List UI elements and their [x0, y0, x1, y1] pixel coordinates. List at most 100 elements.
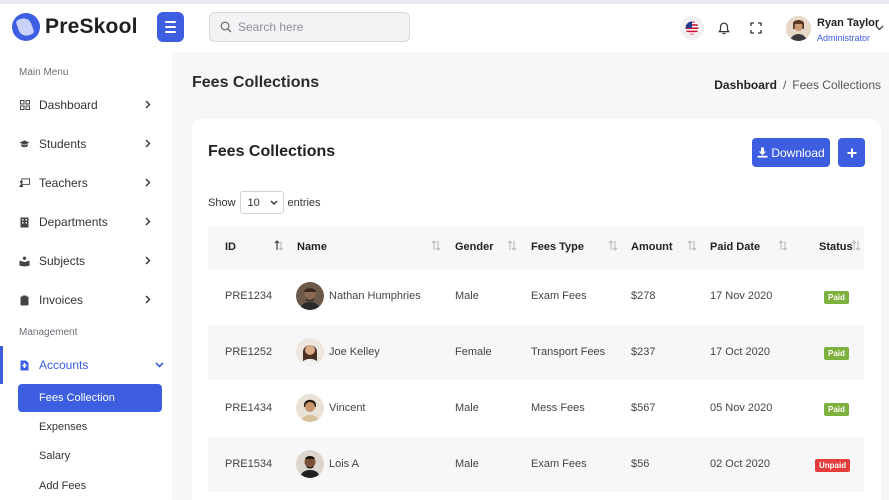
download-button[interactable]: Download	[752, 138, 830, 167]
sort-icon[interactable]	[851, 240, 861, 251]
sidebar-item-departments[interactable]: Departments	[0, 209, 172, 235]
language-flag-button[interactable]	[680, 16, 704, 40]
column-header-gender[interactable]: Gender	[455, 241, 494, 253]
table-row: PRE1234 Nathan Humphries Male Exam Fees …	[208, 269, 864, 325]
cell-name[interactable]: Joe Kelley	[329, 346, 380, 358]
cell-name[interactable]: Nathan Humphries	[329, 290, 421, 302]
chevron-right-icon	[145, 100, 151, 109]
cell-fees-type: Mess Fees	[531, 402, 585, 414]
us-flag-icon	[685, 21, 699, 35]
bell-icon	[718, 22, 730, 34]
cell-gender: Male	[455, 458, 479, 470]
sidebar-item-teachers[interactable]: Teachers	[0, 170, 172, 196]
fees-card: Fees Collections Download Show 10 entrie…	[192, 119, 881, 500]
logo[interactable]: PreSkool	[12, 13, 138, 41]
sidebar-subitem-add-fees[interactable]: Add Fees	[39, 480, 86, 492]
student-avatar	[296, 338, 324, 366]
sidebar: Main Menu Dashboard Students Teachers De…	[0, 52, 172, 500]
search-input[interactable]	[238, 20, 398, 34]
user-avatar-icon	[786, 16, 811, 41]
column-header-id[interactable]: ID	[225, 241, 236, 253]
sort-asc-icon[interactable]	[274, 240, 284, 251]
cell-paid-date: 05 Nov 2020	[710, 402, 773, 414]
cell-amount: $237	[631, 346, 656, 358]
book-reader-icon	[19, 256, 30, 267]
sidebar-item-label: Dashboard	[39, 98, 98, 112]
entries-select[interactable]: 10	[239, 191, 284, 214]
sort-icon[interactable]	[507, 240, 517, 251]
sort-icon[interactable]	[778, 240, 788, 251]
sidebar-item-label: Subjects	[39, 254, 86, 268]
chalkboard-teacher-icon	[19, 178, 30, 189]
entries-label: entries	[287, 196, 321, 209]
page-title: Fees Collections	[192, 74, 320, 91]
cell-gender: Male	[455, 402, 479, 414]
chevron-down-icon[interactable]	[875, 25, 884, 31]
column-header-paid-date[interactable]: Paid Date	[710, 241, 760, 253]
brand-name: PreSkool	[45, 15, 138, 38]
sort-icon[interactable]	[608, 240, 618, 251]
cell-id: PRE1534	[225, 458, 273, 470]
student-avatar	[296, 394, 324, 422]
sort-icon[interactable]	[687, 240, 697, 251]
sidebar-subitem-salary[interactable]: Salary	[39, 450, 70, 462]
status-badge-paid: Paid	[824, 403, 849, 416]
building-icon	[19, 217, 30, 228]
cell-amount: $56	[631, 458, 650, 470]
sidebar-item-invoices[interactable]: Invoices	[0, 287, 172, 313]
card-title: Fees Collections	[208, 143, 336, 160]
cell-name[interactable]: Lois A	[329, 458, 359, 470]
menu-toggle-button[interactable]	[157, 12, 184, 42]
notifications-button[interactable]	[712, 16, 736, 40]
search-box[interactable]	[209, 12, 410, 42]
fees-table: ID Name Gender Fees Type Amount Paid Dat…	[208, 226, 864, 493]
table-row: PRE1434 Vincent Male Mess Fees $567 05 N…	[208, 381, 864, 437]
cell-fees-type: Exam Fees	[531, 458, 587, 470]
user-name[interactable]: Ryan Taylor	[817, 17, 879, 29]
user-avatar[interactable]	[786, 16, 811, 41]
avatar-photo-icon	[296, 450, 324, 478]
fullscreen-button[interactable]	[744, 16, 768, 40]
breadcrumb-current: Fees Collections	[792, 78, 881, 92]
cell-paid-date: 17 Oct 2020	[710, 346, 770, 358]
avatar-photo-icon	[296, 338, 324, 366]
sidebar-subitem-expenses[interactable]: Expenses	[39, 421, 87, 433]
breadcrumb: Dashboard / Fees Collections	[714, 78, 881, 92]
chevron-right-icon	[145, 217, 151, 226]
add-fee-button[interactable]	[838, 138, 865, 167]
breadcrumb-home-link[interactable]: Dashboard	[714, 78, 777, 92]
student-avatar	[296, 282, 324, 310]
grid-icon	[19, 100, 30, 111]
logo-mark-icon	[12, 13, 40, 41]
expand-icon	[750, 22, 762, 34]
chevron-down-icon	[270, 200, 278, 205]
chevron-down-icon	[155, 362, 164, 368]
sidebar-item-subjects[interactable]: Subjects	[0, 248, 172, 274]
column-header-status[interactable]: Status	[819, 241, 853, 253]
sidebar-item-dashboard[interactable]: Dashboard	[0, 92, 172, 118]
sidebar-item-students[interactable]: Students	[0, 131, 172, 157]
cell-id: PRE1252	[225, 346, 273, 358]
table-row: PRE1252 Joe Kelley Female Transport Fees…	[208, 325, 864, 381]
sidebar-item-accounts[interactable]: Accounts	[0, 346, 172, 384]
cell-id: PRE1434	[225, 402, 273, 414]
column-header-fees-type[interactable]: Fees Type	[531, 241, 584, 253]
column-header-amount[interactable]: Amount	[631, 241, 673, 253]
sort-icon[interactable]	[431, 240, 441, 251]
sidebar-item-label: Accounts	[39, 358, 89, 372]
cell-name[interactable]: Vincent	[329, 402, 366, 414]
status-badge-paid: Paid	[824, 291, 849, 304]
breadcrumb-separator: /	[782, 78, 787, 92]
search-icon	[220, 21, 232, 33]
clipboard-icon	[19, 295, 30, 306]
cell-id: PRE1234	[225, 290, 273, 302]
hamburger-icon	[165, 21, 176, 23]
user-role: Administrator	[817, 33, 871, 43]
cell-paid-date: 02 Oct 2020	[710, 458, 770, 470]
cell-fees-type: Exam Fees	[531, 290, 587, 302]
sidebar-subitem-fees-collection[interactable]: Fees Collection	[18, 384, 162, 412]
main-menu-heading: Main Menu	[19, 67, 69, 78]
top-header: PreSkool Ryan Taylor Administrator	[0, 0, 889, 52]
column-header-name[interactable]: Name	[297, 241, 327, 253]
chevron-right-icon	[145, 295, 151, 304]
